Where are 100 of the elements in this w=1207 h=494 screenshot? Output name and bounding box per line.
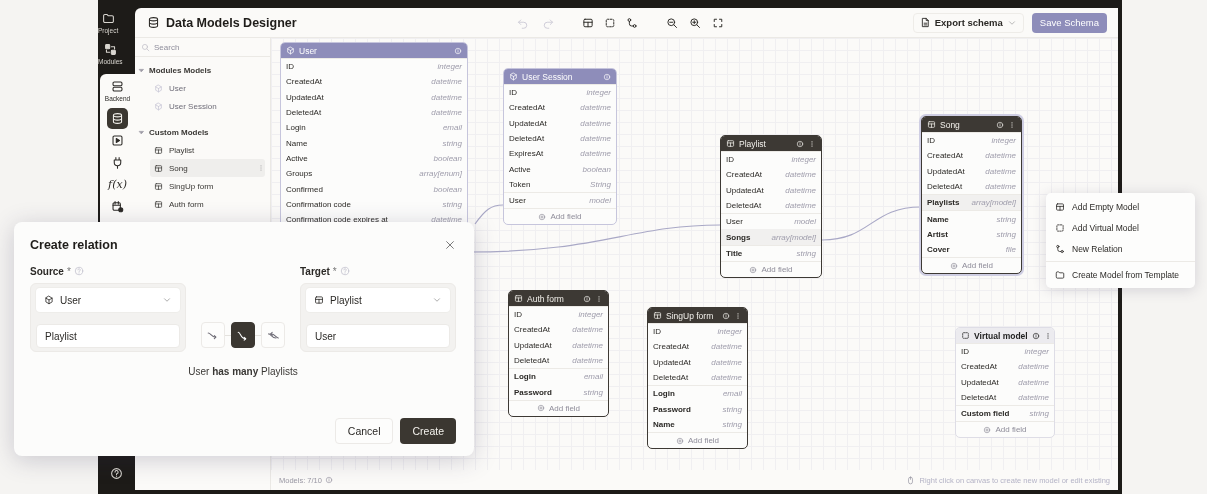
sidebar-item[interactable]: User Session xyxy=(150,97,265,115)
field-type: datetime xyxy=(785,185,816,195)
field-type: datetime xyxy=(711,373,742,383)
sidebar-item[interactable]: Auth form xyxy=(150,195,265,213)
field-type: datetime xyxy=(711,357,742,367)
sidebar-item[interactable]: User xyxy=(150,79,265,97)
rail-tool[interactable]: f(x) xyxy=(107,174,128,195)
field-type: model xyxy=(794,217,816,227)
menu-item[interactable]: Add Virtual Model xyxy=(1046,217,1195,238)
name-field[interactable]: Playlist xyxy=(36,324,180,348)
field-type: boolean xyxy=(433,184,462,194)
app-title: Data Models Designer xyxy=(166,15,297,30)
field-name: UpdatedAt xyxy=(653,357,692,367)
field-name: Token xyxy=(509,179,532,189)
field-type: datetime xyxy=(711,342,742,352)
field-type: string xyxy=(1029,409,1049,419)
field-type: email xyxy=(722,389,742,399)
field-name: CreatedAt xyxy=(726,170,764,180)
menu-item[interactable]: Add Empty Model xyxy=(1046,196,1195,217)
export-schema-button[interactable]: Export schema xyxy=(912,12,1024,33)
field-name: DeletedAt xyxy=(653,373,690,383)
field-type: email xyxy=(442,123,462,133)
menu-item[interactable]: New Relation xyxy=(1046,238,1195,259)
field-type: datetime xyxy=(572,325,603,335)
model-card[interactable]: Auth form ID integer CreatedAt datetime UpdatedAt datetime DeletedAt datetime Login email Password string Add field xyxy=(508,290,609,417)
field-type: file xyxy=(1005,245,1016,255)
field-name: Confirmed xyxy=(286,184,324,194)
field-type: datetime xyxy=(785,170,816,180)
field-type: string xyxy=(583,387,603,397)
field-name: ID xyxy=(961,347,970,357)
required-mark: * xyxy=(332,265,337,277)
field-name: UpdatedAt xyxy=(509,118,548,128)
field-type: integer xyxy=(991,136,1016,146)
field-type: boolean xyxy=(582,164,611,174)
field-name: UpdatedAt xyxy=(514,340,553,350)
field-name: DeletedAt xyxy=(509,134,546,144)
field-row[interactable]: Songs array[model] xyxy=(721,229,821,245)
field-type: string xyxy=(442,199,462,209)
search-field[interactable]: Search xyxy=(154,42,264,52)
field-name: DeletedAt xyxy=(927,182,964,192)
model-select[interactable]: Playlist xyxy=(306,288,450,312)
field-type: string xyxy=(796,248,816,258)
model-header: User xyxy=(281,43,467,58)
sidebar-item[interactable]: SingUp form xyxy=(150,177,265,195)
field-type: datetime xyxy=(985,166,1016,176)
field-name: CreatedAt xyxy=(286,77,324,87)
field-name: ID xyxy=(653,327,662,337)
relation-summary: User has many Playlists xyxy=(187,366,299,377)
add-field-button[interactable]: Add field xyxy=(648,432,747,449)
model-select[interactable]: User xyxy=(36,288,180,312)
model-card[interactable]: Playlist ID integer CreatedAt datetime UpdatedAt datetime DeletedAt datetime User model Songs array[model] Title string Add field xyxy=(720,135,822,279)
field-type: datetime xyxy=(431,92,462,102)
add-field-button[interactable]: Add field xyxy=(721,261,821,278)
field-row[interactable]: Playlists array[model] xyxy=(922,195,1021,211)
field-label: Target xyxy=(300,265,330,277)
field-name: Cover xyxy=(927,245,951,255)
field-type: datetime xyxy=(1018,362,1049,372)
field-name: UpdatedAt xyxy=(961,377,1000,387)
field-type: datetime xyxy=(431,215,462,225)
name-field[interactable]: User xyxy=(306,324,450,348)
field-type: datetime xyxy=(580,134,611,144)
field-name: ID xyxy=(726,155,735,165)
field-type: datetime xyxy=(985,182,1016,192)
model-card[interactable]: Virtual model ID integer CreatedAt datetime UpdatedAt datetime DeletedAt datetime Custom field string Add field xyxy=(955,327,1055,439)
field-name: Songs xyxy=(726,232,752,242)
field-name: Login xyxy=(286,123,307,133)
sidebar-item[interactable]: Playlist xyxy=(150,141,265,159)
field-type: boolean xyxy=(433,153,462,163)
field-name: Name xyxy=(286,138,309,148)
field-type: datetime xyxy=(580,103,611,113)
field-label: Source xyxy=(30,265,64,277)
menu-item[interactable]: Create Model from Template xyxy=(1046,264,1195,285)
model-header: Auth form xyxy=(509,291,608,306)
add-field-button[interactable]: Add field xyxy=(509,399,608,416)
field-name: User xyxy=(726,217,744,227)
field-name: Active xyxy=(509,164,532,174)
model-card[interactable]: SingUp form ID integer CreatedAt datetime UpdatedAt datetime DeletedAt datetime Login email Password string Name string Add field xyxy=(647,307,748,450)
model-header: SingUp form xyxy=(648,308,747,323)
add-field-button[interactable]: Add field xyxy=(922,257,1021,274)
field-name: Password xyxy=(653,404,692,414)
field-type: integer xyxy=(791,155,816,165)
field-name: Title xyxy=(726,248,744,258)
model-card[interactable]: User Session ID integer CreatedAt datetime UpdatedAt datetime DeletedAt datetime ExpiresAt datetime Active boolean Token String User model Add field xyxy=(503,68,617,226)
sidebar-item[interactable]: Song xyxy=(150,159,265,177)
model-header: User Session xyxy=(504,69,616,84)
add-field-button[interactable]: Add field xyxy=(504,208,616,225)
field-type: string xyxy=(722,404,742,414)
cancel-button[interactable]: Cancel xyxy=(334,418,394,444)
create-button[interactable]: Create xyxy=(400,418,456,444)
field-name: Confirmation code expires at xyxy=(286,215,389,225)
field-type: integer xyxy=(578,310,603,320)
field-type: string xyxy=(722,419,742,429)
field-type: integer xyxy=(1024,347,1049,357)
field-name: Playlists xyxy=(927,198,961,208)
group-label: Modules Models xyxy=(149,65,212,75)
model-card[interactable]: Song ID integer CreatedAt datetime UpdatedAt datetime DeletedAt datetime Playlists array[model] Name string Artist string Cover file Add field xyxy=(921,116,1022,275)
add-field-button[interactable]: Add field xyxy=(956,421,1054,438)
field-name: UpdatedAt xyxy=(927,166,966,176)
field-type: integer xyxy=(586,88,611,98)
field-type: string xyxy=(996,229,1016,239)
